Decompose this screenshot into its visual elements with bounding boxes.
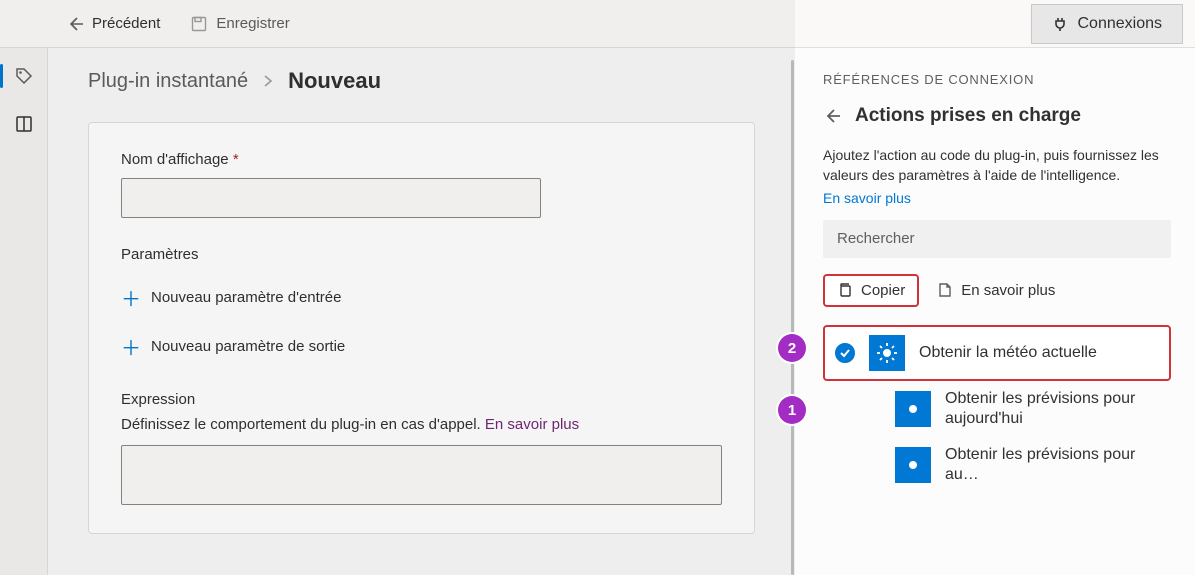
arrow-left-icon — [66, 15, 84, 33]
action-item-forecast-truncated[interactable]: Obtenir les prévisions pour au… — [895, 437, 1171, 493]
new-output-param-label: Nouveau paramètre de sortie — [151, 338, 345, 355]
nav-tag-item[interactable] — [4, 56, 44, 96]
back-button[interactable]: Précédent — [60, 11, 166, 37]
panel-more-label: En savoir plus — [961, 282, 1055, 299]
panel-back-button[interactable] — [823, 107, 841, 125]
panel-heading: RÉFÉRENCES DE CONNEXION — [823, 72, 1171, 87]
document-icon — [937, 282, 953, 298]
action-label: Obtenir la météo actuelle — [919, 343, 1097, 363]
save-button[interactable]: Enregistrer — [184, 11, 295, 37]
action-item-current-weather[interactable]: Obtenir la météo actuelle — [823, 325, 1171, 381]
plus-icon: ＋ — [121, 283, 141, 312]
sun-icon — [869, 335, 905, 371]
copy-button[interactable]: Copier — [823, 274, 919, 307]
parameters-title: Paramètres — [121, 246, 722, 263]
expression-description: Définissez le comportement du plug-in en… — [121, 416, 722, 433]
save-label: Enregistrer — [216, 15, 289, 32]
breadcrumb: Plug-in instantané Nouveau — [88, 68, 755, 94]
connection-references-panel: RÉFÉRENCES DE CONNEXION Actions prises e… — [795, 48, 1195, 575]
panel-more-link[interactable]: En savoir plus — [937, 282, 1055, 299]
action-label: Obtenir les prévisions pour au… — [945, 445, 1171, 485]
tag-icon — [15, 67, 33, 85]
breadcrumb-current: Nouveau — [288, 68, 381, 94]
save-icon — [190, 15, 208, 33]
expression-learn-more-link[interactable]: En savoir plus — [485, 416, 579, 433]
connections-button[interactable]: Connexions — [1031, 4, 1184, 44]
connections-label: Connexions — [1078, 15, 1163, 33]
display-name-input[interactable] — [121, 178, 541, 218]
toolbar: Précédent Enregistrer Connexions — [0, 0, 1195, 48]
action-item-forecast-today[interactable]: Obtenir les prévisions pour aujourd'hui — [895, 381, 1171, 437]
new-input-param-label: Nouveau paramètre d'entrée — [151, 289, 341, 306]
panel-subheading: Actions prises en charge — [855, 105, 1081, 127]
plus-icon: ＋ — [121, 332, 141, 361]
annotation-step-1: 1 — [778, 396, 806, 424]
new-input-param-button[interactable]: ＋ Nouveau paramètre d'entrée — [121, 277, 341, 318]
search-input[interactable] — [823, 220, 1171, 258]
expression-title: Expression — [121, 391, 722, 408]
main-content: Plug-in instantané Nouveau Nom d'afficha… — [48, 48, 795, 575]
nav-rail — [0, 0, 48, 575]
display-name-label: Nom d'affichage * — [121, 151, 722, 168]
new-output-param-button[interactable]: ＋ Nouveau paramètre de sortie — [121, 326, 345, 367]
copy-label: Copier — [861, 282, 905, 299]
book-icon — [15, 115, 33, 133]
back-label: Précédent — [92, 15, 160, 32]
expression-input[interactable] — [121, 445, 722, 505]
sun-icon — [895, 447, 931, 483]
checkmark-icon — [835, 343, 855, 363]
form-card: Nom d'affichage * Paramètres ＋ Nouveau p… — [88, 122, 755, 534]
copy-icon — [837, 282, 853, 298]
panel-learn-more-link[interactable]: En savoir plus — [823, 190, 911, 206]
plug-icon — [1052, 16, 1068, 32]
required-asterisk: * — [233, 151, 239, 168]
action-label: Obtenir les prévisions pour aujourd'hui — [945, 389, 1171, 429]
nav-book-item[interactable] — [4, 104, 44, 144]
sun-icon — [895, 391, 931, 427]
panel-description: Ajoutez l'action au code du plug-in, pui… — [823, 145, 1171, 186]
breadcrumb-parent[interactable]: Plug-in instantané — [88, 70, 248, 93]
annotation-step-2: 2 — [778, 334, 806, 362]
chevron-right-icon — [262, 75, 274, 87]
